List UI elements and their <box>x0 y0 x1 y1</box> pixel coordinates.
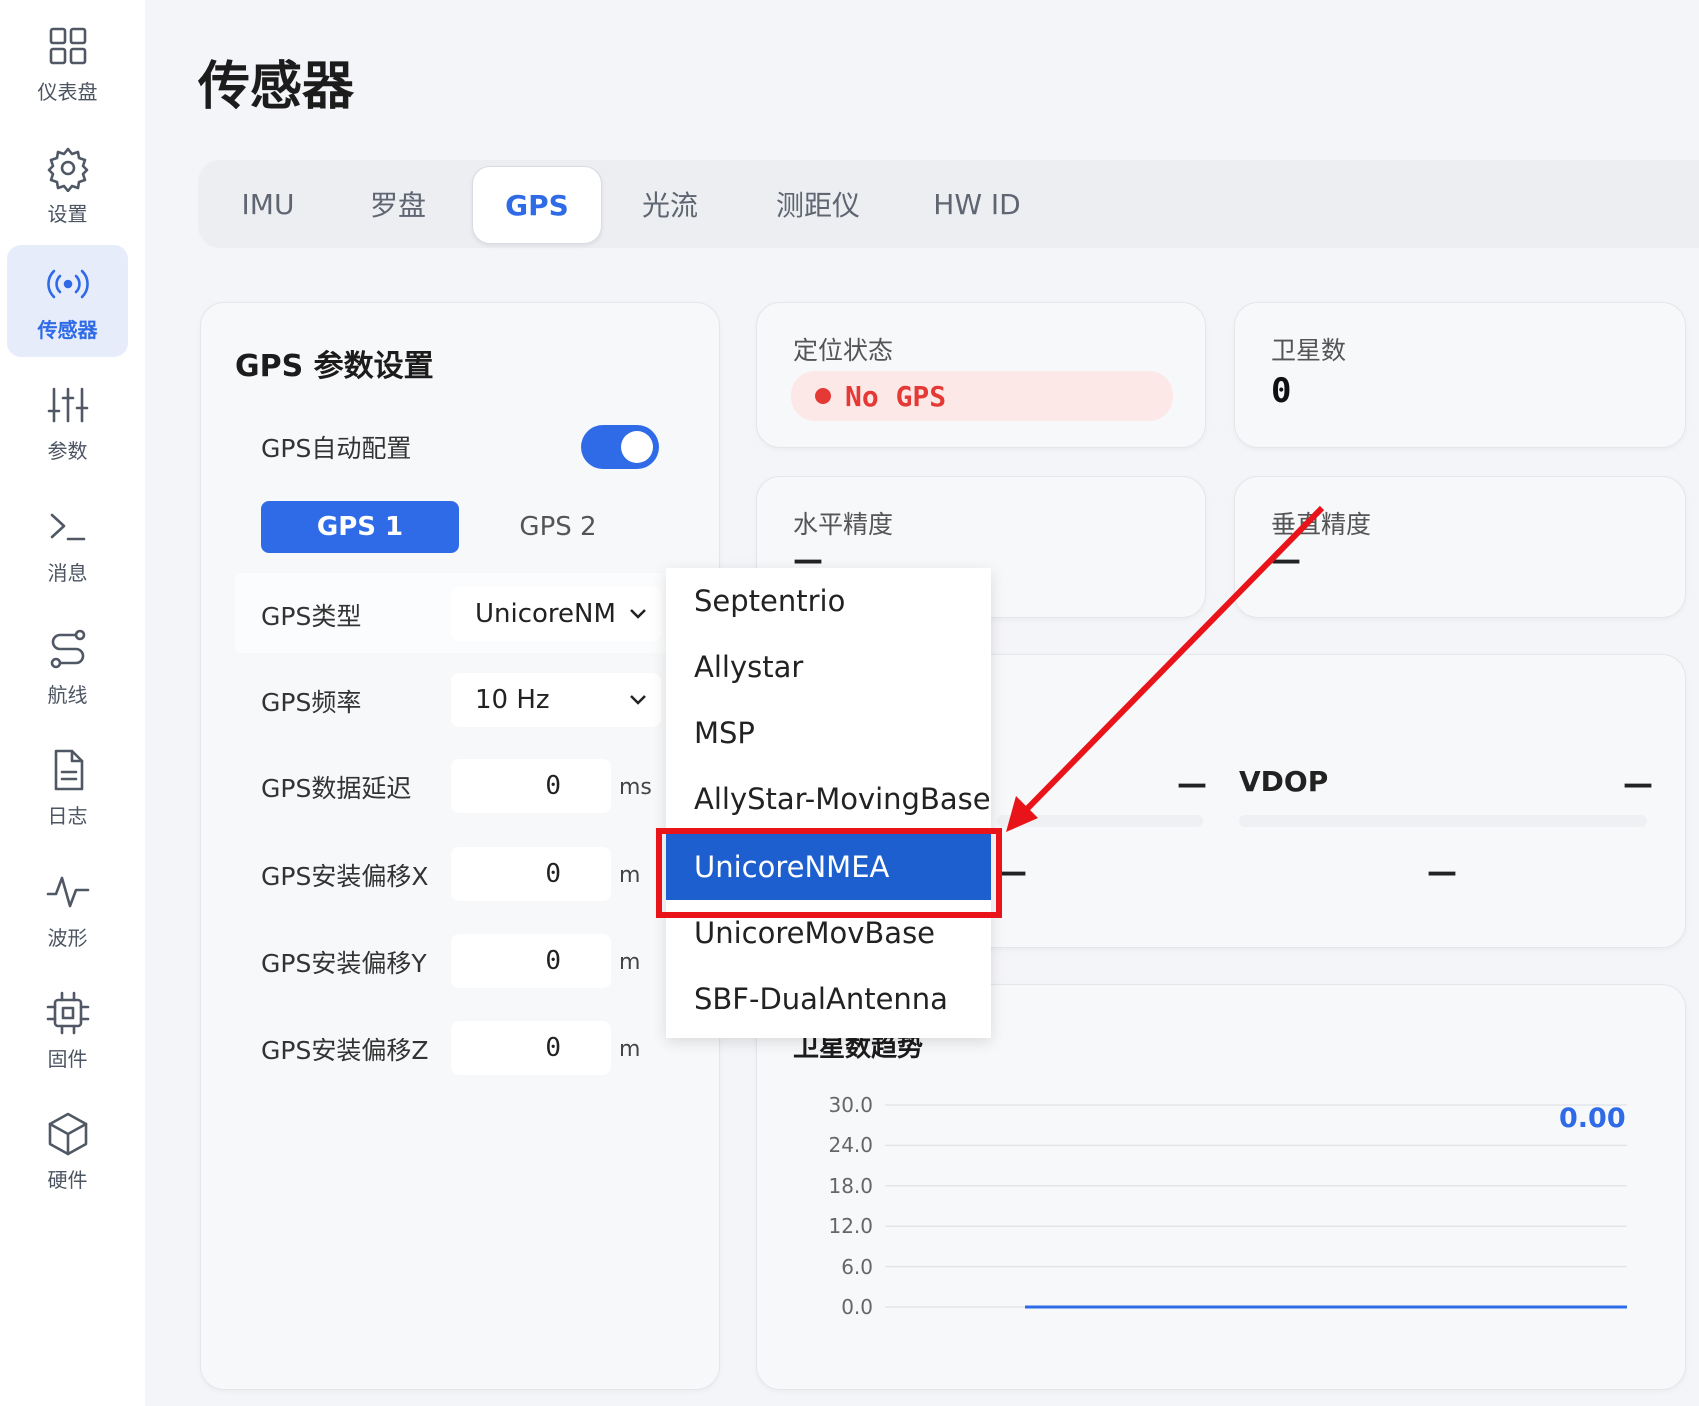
sidebar-item-messages[interactable]: 消息 <box>7 488 128 600</box>
sidebar-item-dashboard[interactable]: 仪表盘 <box>7 7 128 119</box>
dashboard-icon <box>49 27 86 64</box>
terminal-icon <box>50 513 85 540</box>
sidebar-item-logs[interactable]: 日志 <box>7 731 128 843</box>
chart-tick-label: 30.0 <box>828 1093 873 1117</box>
chart-tick-label: 6.0 <box>841 1254 873 1279</box>
sidebar-item-firmware[interactable]: 固件 <box>7 974 128 1086</box>
sensor-icon <box>46 269 89 298</box>
vertical-accuracy-label: 垂直精度 <box>1271 510 1372 539</box>
tab-imu[interactable]: IMU <box>218 166 318 242</box>
hdop-value: — <box>1177 767 1207 802</box>
fix-status-card: 定位状态 No GPS <box>756 302 1206 448</box>
dropdown-option[interactable]: AllyStar-MovingBase <box>666 766 991 832</box>
dropdown-option[interactable]: Allystar <box>666 634 991 700</box>
gps-rate-select[interactable]: 10 Hz <box>451 673 661 727</box>
vdop-value: — <box>1623 767 1653 802</box>
status-dot-icon <box>815 388 831 404</box>
horizontal-accuracy-label: 水平精度 <box>793 510 894 539</box>
tab-rangefinder[interactable]: 测距仪 <box>758 166 878 242</box>
gps-rate-value: 10 Hz <box>475 685 550 715</box>
segment-gps2[interactable]: GPS 2 <box>459 501 657 553</box>
page-title: 传感器 <box>198 57 355 117</box>
gps-type-value: UnicoreNMEA <box>475 599 615 629</box>
tab-hw-id[interactable]: HW ID <box>912 166 1042 242</box>
sliders-icon <box>47 387 88 422</box>
sidebar-item-sensors[interactable]: 传感器 <box>7 245 128 357</box>
sidebar-item-label: 参数 <box>47 438 88 463</box>
offset-z-input[interactable]: 0 <box>451 1021 611 1075</box>
chart-tick-label: 12.0 <box>828 1214 873 1239</box>
gps-settings-card: GPS 参数设置 GPS自动配置 GPS 1 GPS 2 GPS类型 Unico… <box>200 302 720 1390</box>
sidebar-item-label: 日志 <box>47 803 88 828</box>
offset-y-input[interactable]: 0 <box>451 934 611 988</box>
tab-gps[interactable]: GPS <box>472 166 602 244</box>
hdop-bar <box>997 815 1203 827</box>
sidebar-item-label: 设置 <box>47 201 88 226</box>
sidebar-item-settings[interactable]: 设置 <box>7 129 128 241</box>
gps-settings-title: GPS 参数设置 <box>235 349 434 384</box>
gps-rate-label: GPS频率 <box>261 688 362 717</box>
offset-y-label: GPS安装偏移Y <box>261 949 427 978</box>
tab-bar: IMU 罗盘 GPS 光流 测距仪 HW ID <box>198 160 1699 248</box>
sidebar-item-label: 固件 <box>47 1046 88 1071</box>
extra-value-b: — <box>1427 855 1457 890</box>
sidebar-item-label: 仪表盘 <box>37 79 98 104</box>
sidebar: 仪表盘 设置 传感器 参数 消息 航线 日志 波形 固件 硬件 <box>0 0 145 1406</box>
satellite-trend-card: 卫星数趋势 30.0 24.0 18.0 12.0 6.0 0.0 0.00 <box>756 984 1686 1390</box>
chart-tick-label: 24.0 <box>828 1133 873 1158</box>
gps-type-select[interactable]: UnicoreNMEA <box>451 587 661 641</box>
dropdown-option[interactable]: MSP <box>666 700 991 766</box>
tab-compass[interactable]: 罗盘 <box>348 166 448 242</box>
vdop-label: VDOP <box>1239 765 1329 798</box>
chip-icon <box>46 991 89 1034</box>
dropdown-option[interactable]: SBF-DualAntenna <box>666 966 991 1032</box>
sidebar-item-hardware[interactable]: 硬件 <box>7 1095 128 1207</box>
sidebar-item-label: 航线 <box>47 682 88 707</box>
gps-delay-input[interactable]: 0 <box>451 759 611 813</box>
sidebar-item-routes[interactable]: 航线 <box>7 610 128 722</box>
route-icon <box>50 629 85 668</box>
satellites-label: 卫星数 <box>1271 336 1347 365</box>
dropdown-option[interactable]: Septentrio <box>666 568 991 634</box>
document-icon <box>54 749 83 790</box>
chevron-down-icon <box>630 695 646 705</box>
offset-y-unit: m <box>619 950 641 975</box>
chevron-down-icon <box>630 609 646 619</box>
vdop-bar <box>1239 815 1647 827</box>
fix-status-label: 定位状态 <box>793 336 894 365</box>
cube-icon <box>48 1112 87 1155</box>
delay-unit: ms <box>619 775 652 800</box>
sidebar-item-params[interactable]: 参数 <box>7 366 128 478</box>
gps-type-dropdown: Septentrio Allystar MSP AllyStar-MovingB… <box>666 568 991 1038</box>
fix-status-value: No GPS <box>845 379 947 413</box>
gps-delay-label: GPS数据延迟 <box>261 774 412 803</box>
fix-status-badge: No GPS <box>791 371 1173 421</box>
chart-tick-label: 18.0 <box>828 1173 873 1198</box>
segment-gps1[interactable]: GPS 1 <box>261 501 459 553</box>
vertical-accuracy-card: 垂直精度 — <box>1234 476 1686 618</box>
gear-icon <box>47 147 88 192</box>
sidebar-item-waveform[interactable]: 波形 <box>7 853 128 965</box>
tab-optical-flow[interactable]: 光流 <box>620 166 720 242</box>
annotation-highlight-box <box>656 828 1002 918</box>
offset-z-label: GPS安装偏移Z <box>261 1036 429 1065</box>
sidebar-item-label: 传感器 <box>37 317 98 342</box>
offset-x-unit: m <box>619 863 641 888</box>
trend-chart <box>885 1104 1627 1309</box>
sidebar-item-label: 硬件 <box>47 1167 88 1192</box>
satellites-card: 卫星数 0 <box>1234 302 1686 448</box>
offset-z-unit: m <box>619 1037 641 1062</box>
auto-config-label: GPS自动配置 <box>261 434 412 463</box>
chart-current-value: 0.00 <box>1559 1103 1626 1134</box>
gps-type-label: GPS类型 <box>261 602 362 631</box>
offset-x-input[interactable]: 0 <box>451 847 611 901</box>
satellites-value: 0 <box>1271 371 1292 411</box>
sidebar-item-label: 波形 <box>47 925 88 950</box>
offset-x-label: GPS安装偏移X <box>261 862 429 891</box>
chart-tick-label: 0.0 <box>841 1295 873 1319</box>
waveform-icon <box>46 876 89 907</box>
vertical-accuracy-value: — <box>1271 543 1301 578</box>
auto-config-toggle[interactable] <box>581 425 659 469</box>
sidebar-item-label: 消息 <box>47 560 88 585</box>
